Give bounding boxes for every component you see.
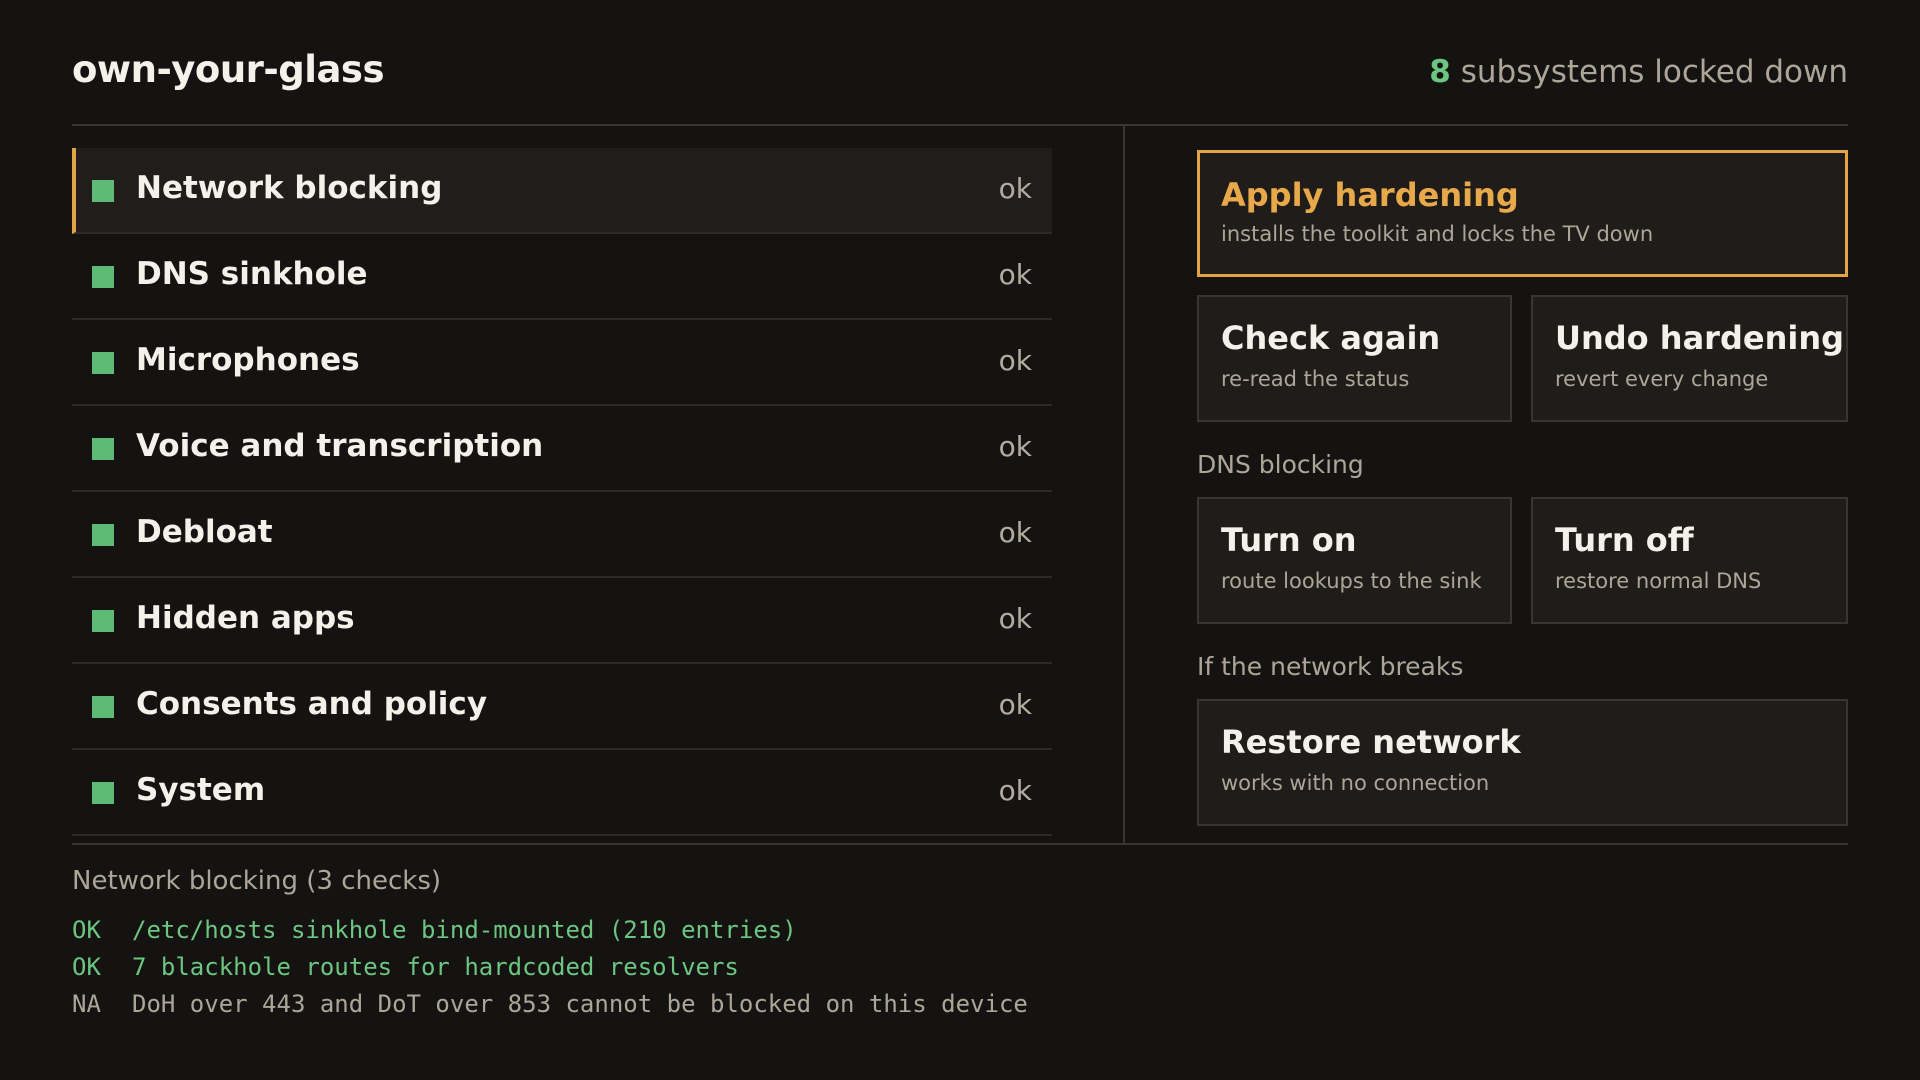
check-result-row: OK 7 blackhole routes for hardcoded resol… — [72, 949, 1028, 986]
subsystem-label: Microphones — [136, 342, 360, 378]
subsystem-label: System — [136, 772, 266, 808]
restore-network-subtitle: works with no connection — [1221, 771, 1490, 795]
check-code: NA — [72, 990, 101, 1018]
check-results: OK/etc/hosts sinkhole bind-mounted (210 … — [72, 912, 1028, 1023]
subsystem-label: Network blocking — [136, 170, 443, 206]
header: own-your-glass 8 subsystems locked down — [72, 48, 1848, 126]
restore-network-title: Restore network — [1221, 723, 1521, 761]
subsystem-status: ok — [998, 602, 1032, 635]
check-again-title: Check again — [1221, 319, 1441, 357]
subsystem-status: ok — [998, 344, 1032, 377]
apply-hardening-subtitle: installs the toolkit and locks the TV do… — [1221, 222, 1654, 246]
check-code: OK — [72, 953, 101, 981]
subsystem-status: ok — [998, 774, 1032, 807]
lockdown-summary: 8 subsystems locked down — [1429, 54, 1848, 90]
status-square-icon — [92, 524, 114, 546]
subsystem-row-dns-sinkhole[interactable]: DNS sinkhole ok — [72, 234, 1052, 320]
subsystem-row-debloat[interactable]: Debloat ok — [72, 492, 1052, 578]
subsystem-status: ok — [998, 688, 1032, 721]
status-square-icon — [92, 696, 114, 718]
subsystem-row-hidden-apps[interactable]: Hidden apps ok — [72, 578, 1052, 664]
subsystem-label: Voice and transcription — [136, 428, 544, 464]
dns-turn-on-title: Turn on — [1221, 521, 1357, 559]
check-again-button[interactable]: Check again re-read the status — [1197, 295, 1512, 422]
apply-hardening-button[interactable]: Apply hardening installs the toolkit and… — [1197, 150, 1848, 277]
apply-hardening-title: Apply hardening — [1221, 176, 1519, 214]
subsystem-status: ok — [998, 430, 1032, 463]
status-square-icon — [92, 610, 114, 632]
subsystem-label: Hidden apps — [136, 600, 355, 636]
dns-turn-off-title: Turn off — [1555, 521, 1694, 559]
subsystem-label: DNS sinkhole — [136, 256, 368, 292]
status-square-icon — [92, 352, 114, 374]
app-root: own-your-glass 8 subsystems locked down … — [0, 0, 1920, 1080]
subsystem-row-microphones[interactable]: Microphones ok — [72, 320, 1052, 406]
status-square-icon — [92, 438, 114, 460]
app-title: own-your-glass — [72, 48, 384, 91]
subsystem-status: ok — [998, 258, 1032, 291]
dns-turn-on-subtitle: route lookups to the sink — [1221, 569, 1482, 593]
dns-blocking-section-label: DNS blocking — [1197, 450, 1364, 479]
undo-hardening-subtitle: revert every change — [1555, 367, 1769, 391]
status-square-icon — [92, 266, 114, 288]
subsystem-status: ok — [998, 516, 1032, 549]
lockdown-summary-text: subsystems locked down — [1460, 54, 1848, 90]
dns-turn-off-button[interactable]: Turn off restore normal DNS — [1531, 497, 1848, 624]
detail-divider — [72, 843, 1848, 845]
status-square-icon — [92, 180, 114, 202]
undo-hardening-title: Undo hardening — [1555, 319, 1844, 357]
lockdown-count: 8 — [1429, 54, 1451, 90]
check-again-subtitle: re-read the status — [1221, 367, 1410, 391]
undo-hardening-button[interactable]: Undo hardening revert every change — [1531, 295, 1848, 422]
check-result-row: OK/etc/hosts sinkhole bind-mounted (210 … — [72, 912, 1028, 949]
check-text: 7 blackhole routes for hardcoded resolve… — [132, 953, 739, 981]
dns-turn-on-button[interactable]: Turn on route lookups to the sink — [1197, 497, 1512, 624]
check-text: DoH over 443 and DoT over 853 cannot be … — [132, 990, 1028, 1018]
subsystem-row-system[interactable]: System ok — [72, 750, 1052, 836]
subsystem-row-voice-transcription[interactable]: Voice and transcription ok — [72, 406, 1052, 492]
network-breaks-section-label: If the network breaks — [1197, 652, 1464, 681]
check-result-row: NA DoH over 443 and DoT over 853 cannot b… — [72, 986, 1028, 1023]
subsystem-label: Debloat — [136, 514, 273, 550]
subsystem-row-network-blocking[interactable]: Network blocking ok — [72, 148, 1052, 234]
status-square-icon — [92, 782, 114, 804]
vertical-divider — [1123, 126, 1125, 844]
subsystem-row-consents-policy[interactable]: Consents and policy ok — [72, 664, 1052, 750]
restore-network-button[interactable]: Restore network works with no connection — [1197, 699, 1848, 826]
check-code: OK — [72, 916, 101, 944]
detail-title: Network blocking (3 checks) — [72, 866, 442, 896]
dns-turn-off-subtitle: restore normal DNS — [1555, 569, 1762, 593]
subsystem-label: Consents and policy — [136, 686, 488, 722]
subsystem-status: ok — [998, 172, 1032, 205]
subsystem-list: Network blocking ok DNS sinkhole ok Micr… — [72, 148, 1052, 836]
check-text: /etc/hosts sinkhole bind-mounted (210 en… — [132, 916, 797, 944]
